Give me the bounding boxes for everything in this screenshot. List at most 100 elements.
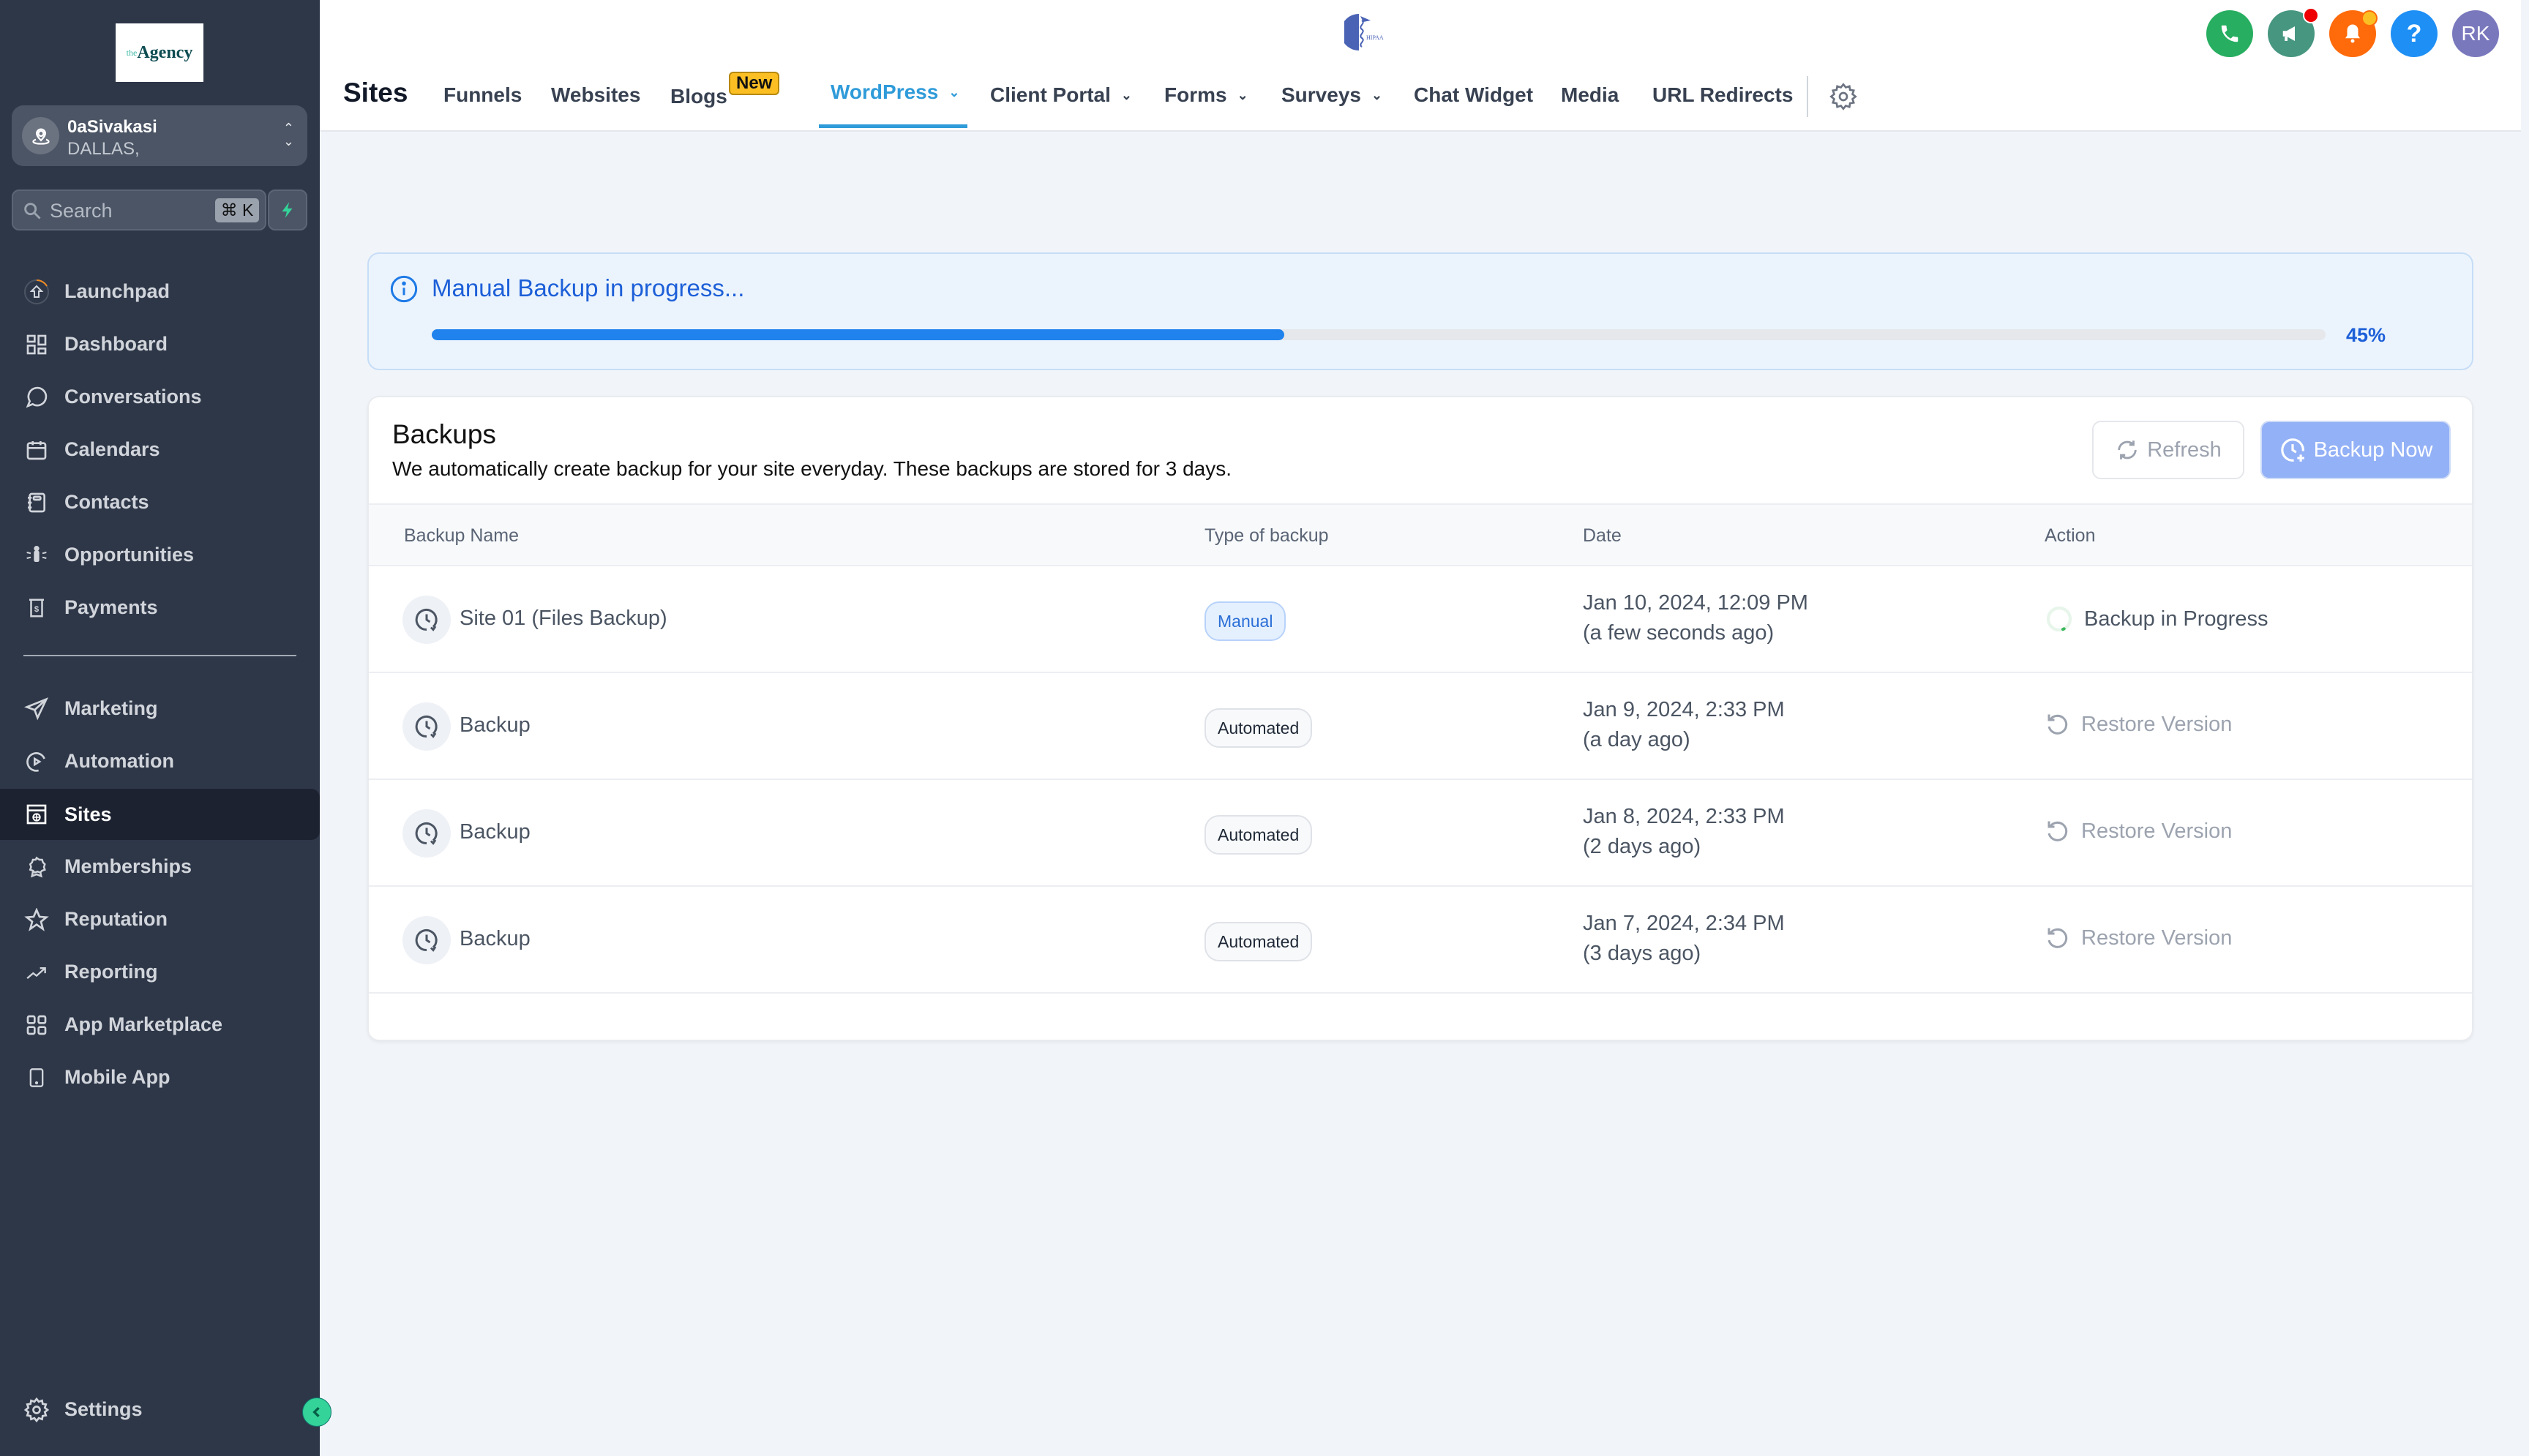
sidebar-item-contacts[interactable]: Contacts [0, 480, 320, 524]
clock-history-icon [402, 702, 451, 751]
sidebar-item-automation[interactable]: Automation [0, 739, 320, 783]
chevron-down-icon: ⌄ [1120, 88, 1133, 102]
banner-message: Manual Backup in progress... [432, 274, 745, 301]
announcements-button[interactable] [2268, 7, 2319, 57]
refresh-icon [2118, 440, 2137, 459]
backup-now-button[interactable]: Backup Now [2260, 421, 2451, 479]
header-divider [1807, 76, 1808, 117]
sidebar-item-marketing[interactable]: Marketing [0, 686, 320, 730]
automation-icon [23, 749, 50, 774]
tab-websites[interactable]: Websites [551, 83, 640, 107]
restore-icon [2047, 714, 2068, 735]
calendar-icon [23, 438, 50, 462]
restore-version-button[interactable]: Restore Version [2045, 818, 2232, 844]
chevron-updown-icon: ⌃ ⌄ [282, 121, 294, 149]
sidebar-item-calendars[interactable]: Calendars [0, 427, 320, 471]
sidebar-item-app-marketplace[interactable]: App Marketplace [0, 1002, 320, 1046]
sidebar-item-settings[interactable]: Settings [0, 1387, 320, 1431]
backup-relative-date: (a few seconds ago) [1583, 621, 1775, 645]
restore-version-button[interactable]: Restore Version [2045, 711, 2232, 738]
table-header: Backup Name Type of backup Date Action [369, 503, 2472, 566]
location-pin-icon [22, 117, 59, 154]
backup-name: Backup [460, 820, 531, 844]
badge-icon [23, 855, 50, 879]
backup-name: Backup [460, 927, 531, 950]
sidebar-item-launchpad[interactable]: Launchpad [0, 269, 320, 313]
contacts-book-icon [23, 490, 50, 515]
backup-relative-date: (2 days ago) [1583, 835, 1701, 858]
shortcut-hint: ⌘ K [215, 198, 259, 222]
notification-dot [2361, 10, 2378, 26]
mobile-icon [23, 1065, 50, 1090]
bell-icon [2345, 24, 2360, 43]
sidebar-item-reputation[interactable]: Reputation [0, 897, 320, 941]
backup-in-progress-status: Backup in Progress [2045, 604, 2268, 634]
lightning-icon [282, 202, 293, 218]
column-header: Type of backup [1204, 525, 1329, 546]
collapse-sidebar-button[interactable] [302, 1397, 331, 1427]
progress-bar-fill [432, 329, 1284, 340]
sidebar-item-conversations[interactable]: Conversations [0, 375, 320, 419]
backup-name: Site 01 (Files Backup) [460, 607, 667, 630]
help-button[interactable]: ? [2391, 10, 2438, 57]
backup-date: Jan 10, 2024, 12:09 PM [1583, 591, 1808, 615]
location-name: 0aSivakasi [67, 117, 157, 137]
location-switcher[interactable]: 0aSivakasi DALLAS, ⌃ ⌄ [12, 105, 307, 166]
chat-bubble-icon [23, 385, 50, 410]
quick-actions-button[interactable] [268, 189, 307, 230]
info-icon [390, 275, 418, 303]
clock-plus-icon [2280, 438, 2304, 462]
sidebar-item-sites[interactable]: Sites [0, 789, 320, 840]
agency-logo[interactable]: the Agency [116, 23, 203, 82]
restore-version-button[interactable]: Restore Version [2045, 925, 2232, 951]
tab-url-redirects[interactable]: URL Redirects [1652, 83, 1793, 107]
phone-icon [2221, 25, 2238, 42]
megaphone-icon [2282, 26, 2295, 41]
grid-icon [23, 1013, 50, 1037]
backup-name: Backup [460, 713, 531, 737]
gear-icon[interactable] [1829, 82, 1858, 111]
restore-icon [2047, 928, 2068, 948]
tab-client-portal[interactable]: Client Portal ⌄ [990, 83, 1132, 107]
avatar[interactable]: RK [2452, 10, 2499, 57]
backup-type-badge: Automated [1204, 815, 1313, 855]
sites-globe-icon [23, 802, 50, 827]
column-header: Backup Name [404, 525, 520, 546]
tab-blogs[interactable]: Blogs [670, 85, 727, 108]
search-input[interactable]: Search ⌘ K [12, 189, 266, 230]
table-row: Backup Automated Jan 7, 2024, 2:34 PM (3… [369, 887, 2472, 994]
backup-type-badge: Automated [1204, 922, 1313, 961]
backup-date: Jan 9, 2024, 2:33 PM [1583, 698, 1785, 721]
refresh-button[interactable]: Refresh [2092, 421, 2244, 479]
dashboard-icon [23, 332, 50, 357]
backup-type-badge: Manual [1204, 601, 1286, 641]
tab-wordpress[interactable]: WordPress ⌄ [831, 80, 959, 104]
tab-media[interactable]: Media [1561, 83, 1619, 107]
star-icon [23, 907, 50, 932]
gear-icon [23, 1397, 50, 1423]
question-icon: ? [2406, 19, 2422, 48]
sidebar-item-memberships[interactable]: Memberships [0, 844, 320, 888]
sidebar-divider [23, 655, 296, 656]
location-city: DALLAS, [67, 139, 140, 159]
tab-surveys[interactable]: Surveys ⌄ [1281, 83, 1382, 107]
notification-dot [2303, 7, 2319, 23]
sidebar-item-opportunities[interactable]: Opportunities [0, 533, 320, 577]
restore-icon [2047, 821, 2068, 841]
tab-chat-widget[interactable]: Chat Widget [1414, 83, 1533, 107]
column-header: Action [2045, 525, 2096, 546]
tab-funnels[interactable]: Funnels [443, 83, 522, 107]
sidebar-item-mobile-app[interactable]: Mobile App [0, 1055, 320, 1099]
backups-card: Backups We automatically create backup f… [367, 396, 2473, 1041]
launchpad-icon [23, 279, 50, 304]
chevron-down-icon: ⌄ [1237, 88, 1248, 102]
backup-date: Jan 7, 2024, 2:34 PM [1583, 912, 1785, 935]
phone-button[interactable] [2206, 10, 2253, 57]
sidebar-item-dashboard[interactable]: Dashboard [0, 322, 320, 366]
tab-forms[interactable]: Forms ⌄ [1164, 83, 1248, 107]
sidebar-item-payments[interactable]: $ Payments [0, 585, 320, 629]
payments-icon: $ [23, 596, 50, 620]
table-row: Backup Automated Jan 9, 2024, 2:33 PM (a… [369, 673, 2472, 780]
sidebar-item-reporting[interactable]: Reporting [0, 950, 320, 994]
notifications-button[interactable] [2329, 10, 2378, 57]
